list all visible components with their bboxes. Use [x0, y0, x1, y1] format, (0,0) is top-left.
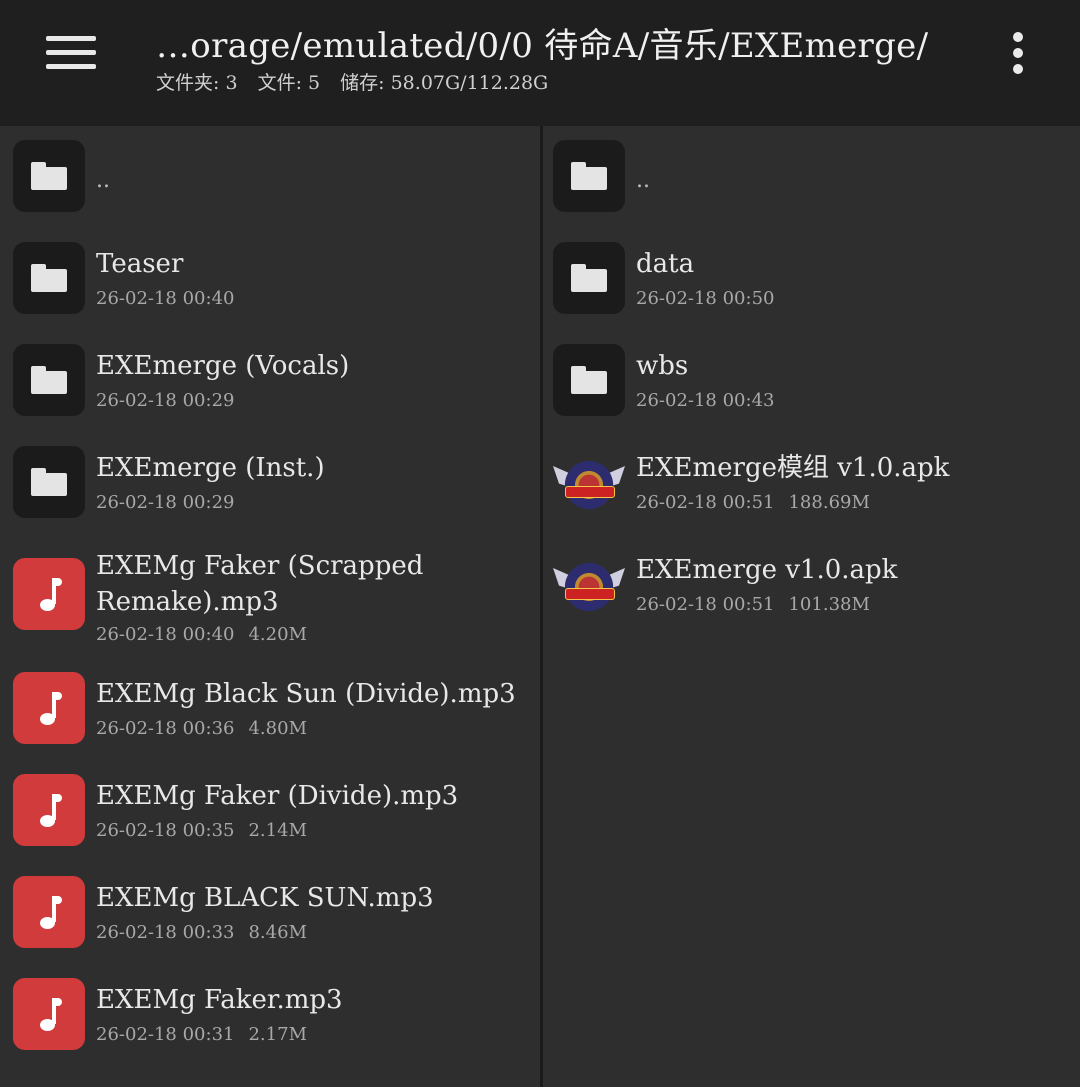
file-list-item[interactable]: EXEMg Black Sun (Divide).mp3 26-02-18 00… [0, 672, 540, 762]
file-meta: 26-02-18 00:40 [96, 288, 234, 309]
music-note-icon [13, 876, 85, 948]
music-note-icon [13, 672, 85, 744]
file-name: Teaser [96, 249, 184, 279]
music-note-icon [13, 774, 85, 846]
file-date: 26-02-18 00:36 [96, 718, 235, 739]
file-name: EXEMg Faker.mp3 [96, 985, 343, 1015]
file-date: 26-02-18 00:29 [96, 390, 235, 411]
file-meta: 26-02-18 00:43 [636, 390, 774, 411]
file-list-item[interactable]: EXEMg BLACK SUN.mp3 26-02-18 00:33 8.46M [0, 876, 540, 966]
apk-app-icon [553, 446, 625, 518]
file-list-item[interactable]: EXEmerge (Vocals) 26-02-18 00:29 [0, 344, 540, 434]
file-date: 26-02-18 00:31 [96, 1024, 235, 1045]
file-list-item[interactable]: Teaser 26-02-18 00:40 [0, 242, 540, 332]
file-name: EXEmerge模组 v1.0.apk [636, 453, 950, 483]
file-size: 101.38M [788, 594, 870, 615]
file-name: EXEmerge (Vocals) [96, 351, 350, 381]
file-name: EXEMg Faker (Divide).mp3 [96, 781, 459, 811]
file-meta: 26-02-18 00:36 4.80M [96, 718, 307, 739]
file-meta: 26-02-18 00:29 [96, 390, 234, 411]
file-date: 26-02-18 00:29 [96, 492, 235, 513]
folder-icon [553, 140, 625, 212]
folder-count: 文件夹: 3 [156, 72, 238, 94]
file-list-item[interactable]: EXEmerge v1.0.apk 26-02-18 00:51 101.38M [543, 548, 1080, 638]
file-date: 26-02-18 00:33 [96, 922, 235, 943]
file-meta: 26-02-18 00:50 [636, 288, 774, 309]
folder-icon [13, 140, 85, 212]
file-date: 26-02-18 00:51 [636, 492, 775, 513]
file-size: 188.69M [788, 492, 870, 513]
folder-icon [13, 446, 85, 518]
storage-usage: 储存: 58.07G/112.28G [340, 72, 549, 94]
file-name: EXEMg Faker (Scrapped Remake).mp3 [96, 551, 424, 617]
folder-icon [13, 242, 85, 314]
file-meta: 26-02-18 00:33 8.46M [96, 922, 307, 943]
file-count: 文件: 5 [257, 72, 321, 94]
file-name: wbs [636, 351, 689, 381]
file-date: 26-02-18 00:50 [636, 288, 775, 309]
file-size: 2.14M [248, 820, 307, 841]
music-note-icon [13, 558, 85, 630]
file-date: 26-02-18 00:40 [96, 624, 235, 645]
music-note-icon [13, 978, 85, 1050]
file-name: data [636, 249, 695, 279]
file-size: 2.17M [248, 1024, 307, 1045]
file-date: 26-02-18 00:51 [636, 594, 775, 615]
file-list-item[interactable]: EXEMg Faker (Divide).mp3 26-02-18 00:35 2… [0, 774, 540, 864]
apk-app-icon [553, 548, 625, 620]
file-meta: 26-02-18 00:51 101.38M [636, 594, 870, 615]
parent-directory-item[interactable]: .. [0, 140, 540, 230]
file-size: 4.80M [248, 718, 307, 739]
file-name: EXEmerge (Inst.) [96, 453, 325, 483]
file-meta: 26-02-18 00:40 4.20M [96, 624, 307, 645]
file-date: 26-02-18 00:40 [96, 288, 235, 309]
file-list-item[interactable]: wbs 26-02-18 00:43 [543, 344, 1080, 434]
file-list-item[interactable]: EXEMg Faker.mp3 26-02-18 00:31 2.17M [0, 978, 540, 1068]
left-file-pane: .. Teaser 26-02-18 00:40 EXEmerge (Vocal… [0, 126, 540, 1087]
file-size: 4.20M [248, 624, 307, 645]
hamburger-menu-icon[interactable] [46, 36, 96, 72]
more-vertical-icon[interactable] [1004, 30, 1032, 78]
file-meta: 26-02-18 00:51 188.69M [636, 492, 870, 513]
file-name: EXEMg Black Sun (Divide).mp3 [96, 679, 516, 709]
file-list-item[interactable]: EXEmerge (Inst.) 26-02-18 00:29 [0, 446, 540, 536]
file-list-item[interactable]: EXEmerge模组 v1.0.apk 26-02-18 00:51 188.69… [543, 446, 1080, 536]
folder-icon [553, 344, 625, 416]
file-list-item[interactable]: data 26-02-18 00:50 [543, 242, 1080, 332]
parent-directory-item[interactable]: .. [543, 140, 1080, 230]
top-app-bar: …orage/emulated/0/0 待命A/音乐/EXEmerge/ 文件夹… [0, 0, 1080, 126]
parent-directory-label: .. [96, 168, 110, 193]
file-name: EXEmerge v1.0.apk [636, 555, 898, 585]
file-date: 26-02-18 00:43 [636, 390, 775, 411]
file-meta: 26-02-18 00:29 [96, 492, 234, 513]
file-list-item[interactable]: EXEMg Faker (Scrapped Remake).mp3 26-02-… [0, 546, 540, 656]
file-meta: 26-02-18 00:31 2.17M [96, 1024, 307, 1045]
current-path[interactable]: …orage/emulated/0/0 待命A/音乐/EXEmerge/ [156, 18, 956, 67]
file-date: 26-02-18 00:35 [96, 820, 235, 841]
directory-stats: 文件夹: 3 文件: 5 储存: 58.07G/112.28G [156, 68, 562, 95]
file-meta: 26-02-18 00:35 2.14M [96, 820, 307, 841]
file-name: EXEMg BLACK SUN.mp3 [96, 883, 434, 913]
folder-icon [13, 344, 85, 416]
parent-directory-label: .. [636, 168, 650, 193]
folder-icon [553, 242, 625, 314]
file-size: 8.46M [248, 922, 307, 943]
right-file-pane: .. data 26-02-18 00:50 wbs 26-02-18 00:4… [543, 126, 1080, 1087]
